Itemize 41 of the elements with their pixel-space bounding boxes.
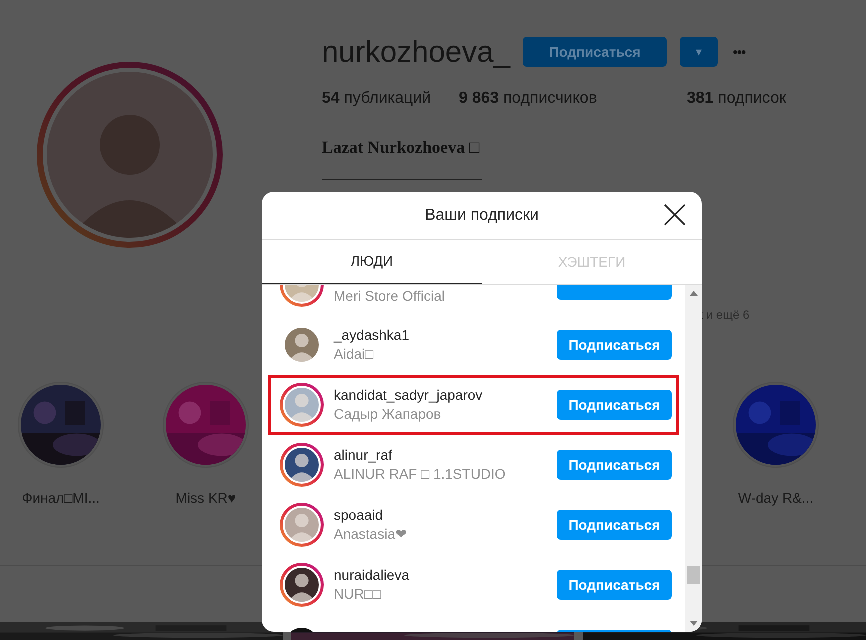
user-full-name: Meri Store Official	[334, 286, 445, 306]
close-icon[interactable]	[664, 204, 686, 226]
user-full-name: ALINUR RAF □ 1.1STUDIO	[334, 465, 506, 484]
full-name: Lazat Nurkozhoeva □	[322, 137, 481, 159]
user-row[interactable]: nuraidalieva NUR□□ Подписаться	[268, 555, 679, 615]
user-full-name: Садыр Жапаров	[334, 405, 442, 424]
username[interactable]: kandidat_sadyr_japarov	[334, 386, 483, 405]
dropdown-button[interactable]: ▾	[680, 37, 718, 67]
user-full-name: NUR□□	[334, 585, 382, 604]
username[interactable]: _aydashka1	[334, 326, 410, 345]
scroll-up-icon[interactable]	[690, 291, 698, 296]
profile-username: nurkozhoeva_	[322, 34, 512, 70]
profile-stat[interactable]: 9 863 подписчиков	[459, 87, 687, 111]
follow-button[interactable]: Подписаться	[557, 570, 672, 600]
user-row[interactable]: alinur_raf ALINUR RAF □ 1.1STUDIO Подписаться	[268, 435, 679, 495]
follow-button[interactable]: Подписаться	[557, 510, 672, 540]
follow-button[interactable]: Подписаться	[557, 450, 672, 480]
tab[interactable]: ЛЮДИ	[262, 240, 482, 284]
tab[interactable]: ХЭШТЕГИ	[482, 240, 702, 284]
follow-button[interactable]: Подписаться	[557, 330, 672, 360]
follow-button[interactable]: Подписаться	[523, 37, 667, 67]
follow-button[interactable]: Подписаться	[557, 390, 672, 420]
user-row[interactable]: kandidat_sadyr_japarov Садыр Жапаров Подписаться	[268, 375, 679, 435]
username[interactable]: nuraidalieva	[334, 566, 410, 585]
user-full-name: Aidai□	[334, 345, 375, 364]
profile-stat[interactable]: 54 публикаций	[322, 87, 459, 111]
profile-stat[interactable]: 381 подписок	[687, 87, 866, 111]
dialog-title: Ваши подписки	[425, 206, 539, 226]
avatar[interactable]	[280, 443, 324, 487]
story-label[interactable]: W-day R&...	[738, 488, 814, 509]
avatar[interactable]	[280, 563, 324, 607]
scroll-thumb[interactable]	[687, 566, 700, 584]
user-full-name: Anastasia❤	[334, 525, 408, 544]
username[interactable]: spoaaid	[334, 506, 408, 525]
scrollbar[interactable]	[685, 285, 702, 632]
username[interactable]: alinur_raf	[334, 446, 506, 465]
user-row[interactable]: _aydashka1 Aidai□ Подписаться	[268, 315, 679, 375]
story-label[interactable]: Miss KR♥	[176, 488, 236, 509]
user-row[interactable]: spoaaid Anastasia❤ Подписаться	[268, 495, 679, 555]
more-button[interactable]: •••	[733, 42, 746, 62]
story-label[interactable]: Финал□MI...	[22, 488, 100, 509]
